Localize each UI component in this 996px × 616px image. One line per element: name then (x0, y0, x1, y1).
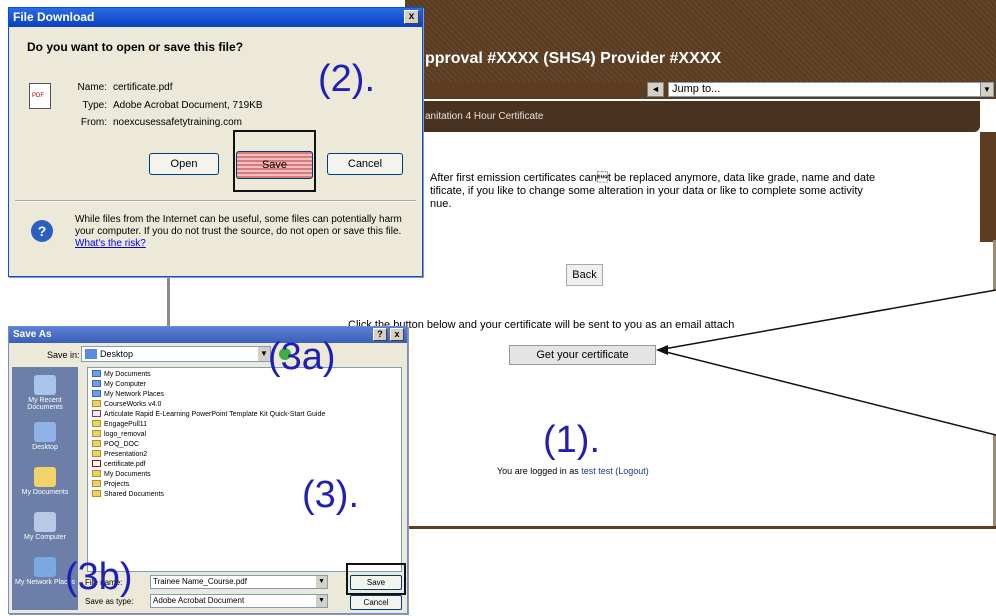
file-field-value: certificate.pdf (113, 82, 173, 93)
list-item-label: logo_removal (104, 431, 147, 438)
close-icon[interactable]: x (390, 328, 404, 341)
save-in-value: Desktop (100, 349, 134, 359)
question-icon: ? (31, 220, 53, 242)
step-3a-annotation: (3a) (268, 336, 336, 378)
file-field-key: From: (80, 117, 107, 128)
document-icon (92, 410, 101, 417)
folder-icon (92, 490, 101, 497)
cancel-button[interactable]: Cancel (327, 153, 403, 175)
file-field-value: Adobe Acrobat Document, 719KB (113, 100, 263, 111)
save-type-select[interactable]: Adobe Acrobat Document ▼ (150, 594, 328, 608)
chevron-down-icon[interactable]: ▼ (316, 595, 327, 607)
list-item[interactable]: certificate.pdf (92, 460, 146, 469)
place-desktop[interactable]: Desktop (12, 422, 78, 451)
save-in-select[interactable]: Desktop ▼ (81, 346, 271, 362)
folder-icon (92, 450, 101, 457)
folder-icon (34, 467, 56, 487)
file-download-title: File Download (13, 10, 95, 24)
save-in-label: Save in: (47, 350, 80, 360)
folder-icon (92, 420, 101, 427)
list-item[interactable]: CourseWorks v4.0 (92, 400, 161, 409)
separator (15, 200, 416, 202)
list-item-label: My Network Places (104, 391, 164, 398)
highlight-box (233, 130, 316, 192)
list-item-label: My Documents (104, 471, 151, 478)
my-documents-icon (92, 370, 101, 377)
recent-documents-icon (34, 375, 56, 395)
chevron-down-icon[interactable]: ▼ (316, 576, 327, 588)
list-item[interactable]: Presentation2 (92, 450, 147, 459)
network-icon (92, 390, 101, 397)
list-item[interactable]: My Documents (92, 370, 151, 379)
warning-text: While files from the Internet can be use… (75, 214, 402, 237)
pdf-file-icon (92, 460, 101, 467)
file-name-value: Trainee Name_Course.pdf (153, 577, 247, 586)
computer-icon (92, 380, 101, 387)
list-item-label: Projects (104, 481, 130, 488)
file-download-question: Do you want to open or save this file? (27, 40, 244, 54)
folder-icon (92, 440, 101, 447)
list-item[interactable]: POQ_DOC (92, 440, 139, 449)
place-label: Desktop (32, 444, 58, 451)
cancel-button[interactable]: Cancel (350, 595, 402, 610)
folder-icon (92, 430, 101, 437)
list-item-label: My Documents (104, 371, 151, 378)
list-item[interactable]: My Documents (92, 470, 151, 479)
list-item-label: Articulate Rapid E-Learning PowerPoint T… (104, 411, 326, 418)
list-item[interactable]: Articulate Rapid E-Learning PowerPoint T… (92, 410, 325, 419)
list-item-label: Shared Documents (104, 491, 164, 498)
list-item[interactable]: Shared Documents (92, 490, 164, 499)
list-item-label: CourseWorks v4.0 (104, 401, 162, 408)
place-my-computer[interactable]: My Computer (12, 512, 78, 541)
list-item-label: EngagePull11 (104, 421, 148, 428)
desktop-icon (34, 422, 56, 442)
step-3b-annotation: (3b) (65, 556, 133, 598)
open-button[interactable]: Open (149, 153, 219, 175)
save-as-title: Save As (13, 329, 52, 340)
folder-icon (92, 480, 101, 487)
folder-icon (92, 470, 101, 477)
place-my-documents[interactable]: My Documents (12, 467, 78, 496)
desktop-icon (85, 349, 97, 359)
place-recent[interactable]: My Recent Documents (12, 375, 78, 411)
network-icon (34, 557, 56, 577)
save-type-value: Adobe Acrobat Document (153, 596, 245, 605)
close-icon[interactable]: x (404, 10, 419, 24)
step-3-annotation: (3). (302, 474, 359, 516)
list-item-label: POQ_DOC (104, 441, 140, 448)
list-item[interactable]: logo_removal (92, 430, 146, 439)
step-1-annotation: (1). (543, 419, 600, 461)
file-field-key: Name: (77, 82, 107, 93)
list-item-label: My Computer (104, 381, 147, 388)
place-label: My Computer (23, 534, 66, 541)
help-icon[interactable]: ? (373, 328, 387, 341)
place-label: My Recent Documents (27, 397, 63, 411)
risk-link[interactable]: What's the risk? (75, 238, 146, 249)
computer-icon (34, 512, 56, 532)
list-item[interactable]: My Computer (92, 380, 146, 389)
list-item-label: Presentation2 (104, 451, 148, 458)
list-item[interactable]: EngagePull11 (92, 420, 147, 429)
list-item-label: certificate.pdf (104, 461, 146, 468)
place-label: My Documents (21, 489, 69, 496)
callout-arrow-icon (656, 345, 668, 355)
folder-icon (92, 400, 101, 407)
file-list[interactable]: My Documents My Computer My Network Plac… (87, 367, 402, 572)
step-2-annotation: (2). (318, 58, 375, 100)
save-as-titlebar: Save As ? x (9, 327, 407, 343)
list-item[interactable]: My Network Places (92, 390, 164, 399)
file-name-field[interactable]: Trainee Name_Course.pdf ▼ (150, 575, 328, 589)
security-warning: While files from the Internet can be use… (75, 214, 415, 250)
file-field-value: noexcusessafetytraining.com (113, 117, 242, 128)
pdf-file-icon (29, 83, 51, 109)
highlight-box (346, 563, 406, 595)
list-item[interactable]: Projects (92, 480, 129, 489)
file-download-dialog: File Download x Do you want to open or s… (8, 7, 423, 277)
file-download-titlebar: File Download x (9, 8, 422, 27)
file-field-key: Type: (82, 100, 107, 111)
